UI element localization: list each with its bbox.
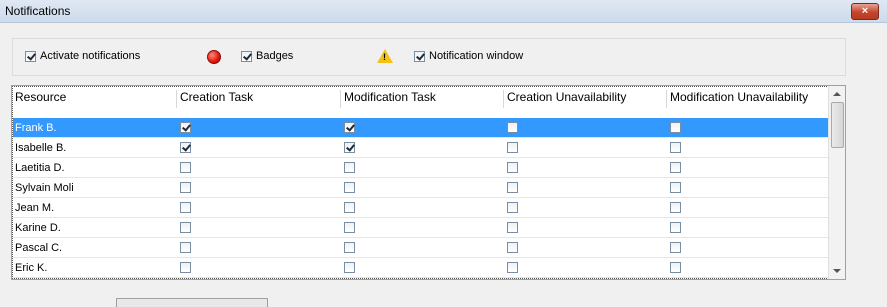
scroll-down-icon[interactable] xyxy=(833,269,841,273)
table-row[interactable]: Eric K. xyxy=(13,258,830,278)
row-checkbox-modification-task[interactable] xyxy=(344,222,355,233)
notification-window-checkbox[interactable] xyxy=(414,50,425,62)
row-checkbox-creation-task[interactable] xyxy=(180,202,191,213)
resource-name: Laetitia D. xyxy=(15,162,65,174)
row-checkbox-creation-unavailability[interactable] xyxy=(507,262,518,273)
table-row[interactable]: Isabelle B. xyxy=(13,138,830,158)
row-checkbox-creation-unavailability[interactable] xyxy=(507,182,518,193)
row-checkbox-modification-unavailability[interactable] xyxy=(670,242,681,253)
table-row[interactable]: Laetitia D. xyxy=(13,158,830,178)
row-checkbox-creation-task[interactable] xyxy=(180,142,191,153)
column-header-creation-task[interactable]: Creation Task xyxy=(176,90,340,108)
row-checkbox-modification-task[interactable] xyxy=(344,122,355,133)
row-checkbox-modification-unavailability[interactable] xyxy=(670,162,681,173)
badges-option[interactable]: Badges xyxy=(241,50,293,62)
window-title: Notifications xyxy=(5,4,71,18)
resource-name: Karine D. xyxy=(15,222,61,234)
row-checkbox-creation-task[interactable] xyxy=(180,162,191,173)
row-checkbox-modification-unavailability[interactable] xyxy=(670,262,681,273)
row-checkbox-modification-unavailability[interactable] xyxy=(670,182,681,193)
row-checkbox-creation-task[interactable] xyxy=(180,262,191,273)
notification-window-label: Notification window xyxy=(429,50,524,62)
row-checkbox-modification-unavailability[interactable] xyxy=(670,222,681,233)
row-checkbox-creation-unavailability[interactable] xyxy=(507,122,518,133)
badges-label: Badges xyxy=(256,50,294,62)
notification-options-panel: Activate notifications Badges ! Notifica… xyxy=(12,38,846,76)
row-checkbox-modification-task[interactable] xyxy=(344,142,355,153)
column-header-creation-unavailability[interactable]: Creation Unavailability xyxy=(503,90,667,108)
badges-checkbox[interactable] xyxy=(241,50,252,62)
vertical-scrollbar[interactable] xyxy=(828,86,845,279)
row-checkbox-creation-task[interactable] xyxy=(180,242,191,253)
row-checkbox-creation-unavailability[interactable] xyxy=(507,222,518,233)
column-header-resource[interactable]: Resource xyxy=(13,90,175,108)
resource-notification-grid: Resource Creation Task Modification Task… xyxy=(11,85,846,280)
column-header-modification-task[interactable]: Modification Task xyxy=(340,90,504,108)
row-checkbox-creation-unavailability[interactable] xyxy=(507,242,518,253)
row-checkbox-creation-unavailability[interactable] xyxy=(507,142,518,153)
row-checkbox-modification-task[interactable] xyxy=(344,202,355,213)
grid-content: Resource Creation Task Modification Task… xyxy=(12,86,832,279)
activate-notifications-checkbox[interactable] xyxy=(25,50,36,62)
title-bar: Notifications × xyxy=(0,0,887,23)
column-header-modification-unavailability[interactable]: Modification Unavailability xyxy=(666,90,832,108)
resource-name: Frank B. xyxy=(15,122,57,134)
table-row[interactable]: Karine D. xyxy=(13,218,830,238)
activate-notifications-label: Activate notifications xyxy=(40,50,141,62)
resource-name: Jean M. xyxy=(15,202,55,214)
resource-name: Sylvain Moli xyxy=(15,182,74,194)
scroll-thumb[interactable] xyxy=(831,102,844,148)
row-checkbox-modification-task[interactable] xyxy=(344,162,355,173)
row-checkbox-modification-task[interactable] xyxy=(344,262,355,273)
table-row[interactable]: Pascal C. xyxy=(13,238,830,258)
resource-name: Eric K. xyxy=(15,262,48,274)
table-row[interactable]: Frank B. xyxy=(13,118,830,138)
notification-window-option[interactable]: Notification window xyxy=(414,50,523,62)
row-checkbox-modification-unavailability[interactable] xyxy=(670,142,681,153)
table-row[interactable]: Jean M. xyxy=(13,198,830,218)
scroll-up-icon[interactable] xyxy=(833,92,841,96)
warning-triangle-icon: ! xyxy=(377,49,393,63)
table-row[interactable]: Sylvain Moli xyxy=(13,178,830,198)
row-checkbox-creation-unavailability[interactable] xyxy=(507,202,518,213)
red-circle-icon xyxy=(207,50,221,64)
activate-notifications-option[interactable]: Activate notifications xyxy=(25,50,140,62)
resource-name: Isabelle B. xyxy=(15,142,67,154)
resource-name: Pascal C. xyxy=(15,242,63,254)
row-checkbox-modification-unavailability[interactable] xyxy=(670,202,681,213)
row-checkbox-modification-task[interactable] xyxy=(344,242,355,253)
close-button[interactable]: × xyxy=(851,3,879,20)
row-checkbox-creation-task[interactable] xyxy=(180,122,191,133)
row-checkbox-modification-task[interactable] xyxy=(344,182,355,193)
row-checkbox-creation-unavailability[interactable] xyxy=(507,162,518,173)
row-checkbox-modification-unavailability[interactable] xyxy=(670,122,681,133)
row-checkbox-creation-task[interactable] xyxy=(180,182,191,193)
row-checkbox-creation-task[interactable] xyxy=(180,222,191,233)
